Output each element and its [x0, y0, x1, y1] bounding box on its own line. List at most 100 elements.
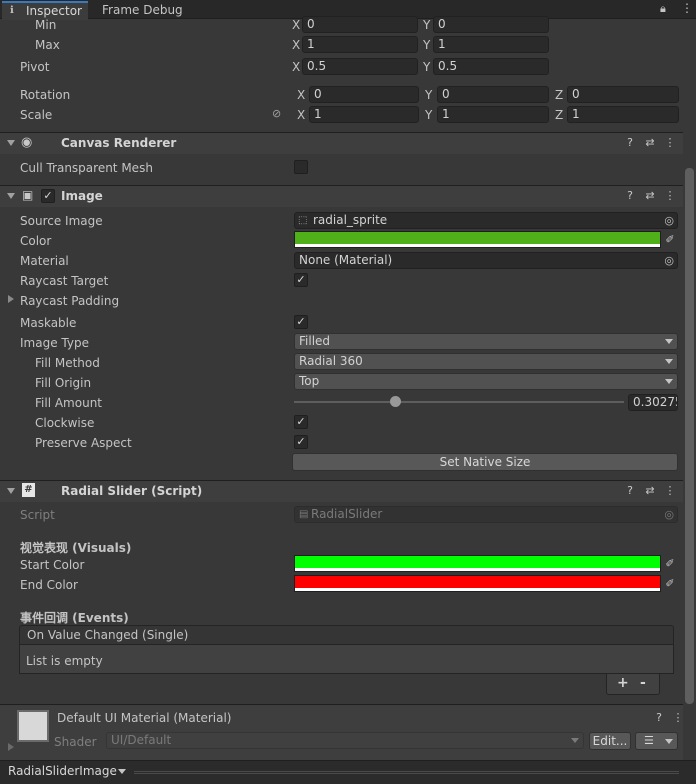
preset-icon[interactable]: ⇄	[644, 485, 656, 497]
fold-arrow-icon[interactable]	[7, 488, 15, 494]
radial-slider-title: Radial Slider (Script)	[61, 484, 203, 498]
image-type-dropdown[interactable]: Filled	[294, 333, 678, 350]
pivot-label: Pivot	[20, 60, 50, 74]
fill-origin-label: Fill Origin	[35, 376, 92, 390]
radial-slider-header[interactable]: # Radial Slider (Script) ? ⇄ ⋮	[0, 480, 683, 502]
constrain-proportions-icon[interactable]: ⊘	[272, 107, 281, 120]
fill-amount-label: Fill Amount	[35, 396, 103, 410]
context-menu-icon[interactable]: ⋮	[672, 712, 684, 724]
pivot-y-axis[interactable]: Y	[423, 60, 430, 74]
rotation-z-field[interactable]: 0	[567, 86, 679, 103]
raycast-padding-label[interactable]: Raycast Padding	[20, 294, 119, 308]
rotation-y-axis[interactable]: Y	[425, 88, 432, 102]
source-image-label: Source Image	[20, 214, 103, 228]
tab-inspector-label: Inspector	[26, 4, 82, 18]
image-enabled-checkbox[interactable]: ✓	[41, 189, 55, 203]
lock-icon[interactable]: 🔒︎	[660, 2, 666, 16]
fill-amount-field[interactable]: 0.30275	[628, 394, 678, 411]
object-picker-icon[interactable]: ◎	[664, 213, 674, 228]
help-icon[interactable]: ?	[624, 190, 636, 202]
preset-icon[interactable]: ⇄	[644, 137, 656, 149]
rotation-x-axis[interactable]: X	[297, 88, 305, 102]
max-y-axis[interactable]: Y	[423, 38, 430, 52]
raycast-target-checkbox[interactable]: ✓	[294, 273, 308, 287]
material-fold-icon[interactable]	[8, 743, 14, 751]
min-x-axis[interactable]: X	[292, 18, 300, 32]
fill-amount-slider-handle[interactable]	[390, 396, 401, 407]
remove-event-button[interactable]: -	[640, 675, 646, 691]
color-label: Color	[20, 234, 52, 248]
end-color-label: End Color	[20, 578, 78, 592]
image-header[interactable]: ▣ ✓ Image ? ⇄ ⋮	[0, 185, 683, 207]
clockwise-checkbox[interactable]: ✓	[294, 415, 308, 429]
footer-divider	[134, 771, 679, 774]
fill-origin-value: Top	[299, 374, 320, 388]
fold-arrow-icon[interactable]	[7, 140, 15, 146]
chevron-down-icon	[571, 738, 579, 743]
pivot-x-axis[interactable]: X	[292, 60, 300, 74]
scale-z-axis[interactable]: Z	[555, 108, 563, 122]
material-value: None (Material)	[299, 253, 393, 267]
max-y-field[interactable]: 1	[433, 36, 549, 53]
eyedropper-icon[interactable]: ✐	[661, 555, 679, 572]
object-picker-icon[interactable]: ◎	[664, 253, 674, 268]
min-x-field[interactable]: 0	[302, 16, 418, 33]
object-picker-icon: ◎	[664, 508, 674, 521]
end-color-field[interactable]	[294, 575, 661, 592]
scale-y-axis[interactable]: Y	[425, 108, 432, 122]
image-component-icon: ▣	[22, 188, 34, 202]
set-native-size-button[interactable]: Set Native Size	[292, 453, 678, 471]
tab-frame-debug[interactable]: Frame Debug	[92, 2, 192, 19]
context-menu-icon[interactable]: ⋮	[664, 190, 676, 202]
pivot-x-field[interactable]: 0.5	[302, 58, 418, 75]
start-color-field[interactable]	[294, 555, 661, 572]
object-name-dropdown[interactable]: RadialSliderImage	[8, 764, 128, 780]
min-label: Min	[35, 18, 57, 32]
rotation-z-axis[interactable]: Z	[555, 88, 563, 102]
rotation-x-field[interactable]: 0	[309, 86, 419, 103]
scale-x-axis[interactable]: X	[297, 108, 305, 122]
sprite-icon: ⬚	[298, 215, 308, 226]
max-x-field[interactable]: 1	[302, 36, 418, 53]
min-y-axis[interactable]: Y	[423, 18, 430, 32]
eyedropper-icon[interactable]: ✐	[661, 231, 679, 248]
material-field[interactable]: None (Material) ◎	[294, 252, 678, 269]
event-empty-text: List is empty	[26, 654, 103, 668]
scale-z-field[interactable]: 1	[567, 106, 679, 123]
min-y-field[interactable]: 0	[433, 16, 549, 33]
more-options-icon[interactable]: ⋮	[681, 1, 693, 15]
chevron-down-icon	[665, 379, 673, 384]
image-title: Image	[61, 189, 103, 203]
cull-transparent-mesh-checkbox[interactable]	[294, 160, 308, 174]
shader-options-button[interactable]: ☰	[635, 732, 678, 750]
rotation-y-field[interactable]: 0	[437, 86, 549, 103]
help-icon[interactable]: ?	[653, 712, 665, 724]
fill-origin-dropdown[interactable]: Top	[294, 373, 678, 390]
fill-method-dropdown[interactable]: Radial 360	[294, 353, 678, 370]
max-x-axis[interactable]: X	[292, 38, 300, 52]
color-field[interactable]	[294, 231, 661, 248]
preset-icon[interactable]: ⇄	[644, 190, 656, 202]
help-icon[interactable]: ?	[624, 137, 636, 149]
scale-y-field[interactable]: 1	[437, 106, 549, 123]
maskable-checkbox[interactable]: ✓	[294, 315, 308, 329]
fill-amount-slider-track[interactable]	[294, 401, 624, 403]
scale-x-field[interactable]: 1	[309, 106, 419, 123]
source-image-field[interactable]: ⬚ radial_sprite ◎	[294, 212, 678, 229]
canvas-renderer-header[interactable]: ◉ Canvas Renderer ? ⇄ ⋮	[0, 132, 683, 154]
cull-transparent-mesh-label: Cull Transparent Mesh	[20, 161, 153, 175]
script-icon: #	[22, 483, 35, 497]
eyedropper-icon[interactable]: ✐	[661, 575, 679, 592]
add-event-button[interactable]: +	[617, 675, 629, 691]
fold-arrow-icon[interactable]	[7, 193, 15, 199]
object-name: RadialSliderImage	[8, 764, 117, 778]
pivot-y-field[interactable]: 0.5	[433, 58, 549, 75]
edit-shader-button[interactable]: Edit...	[589, 732, 631, 750]
context-menu-icon[interactable]: ⋮	[664, 137, 676, 149]
scrollbar-thumb[interactable]	[685, 168, 694, 704]
help-icon[interactable]: ?	[624, 485, 636, 497]
context-menu-icon[interactable]: ⋮	[664, 485, 676, 497]
preserve-aspect-checkbox[interactable]: ✓	[294, 435, 308, 449]
raycast-padding-fold-icon[interactable]	[8, 295, 14, 303]
preserve-aspect-label: Preserve Aspect	[35, 436, 132, 450]
